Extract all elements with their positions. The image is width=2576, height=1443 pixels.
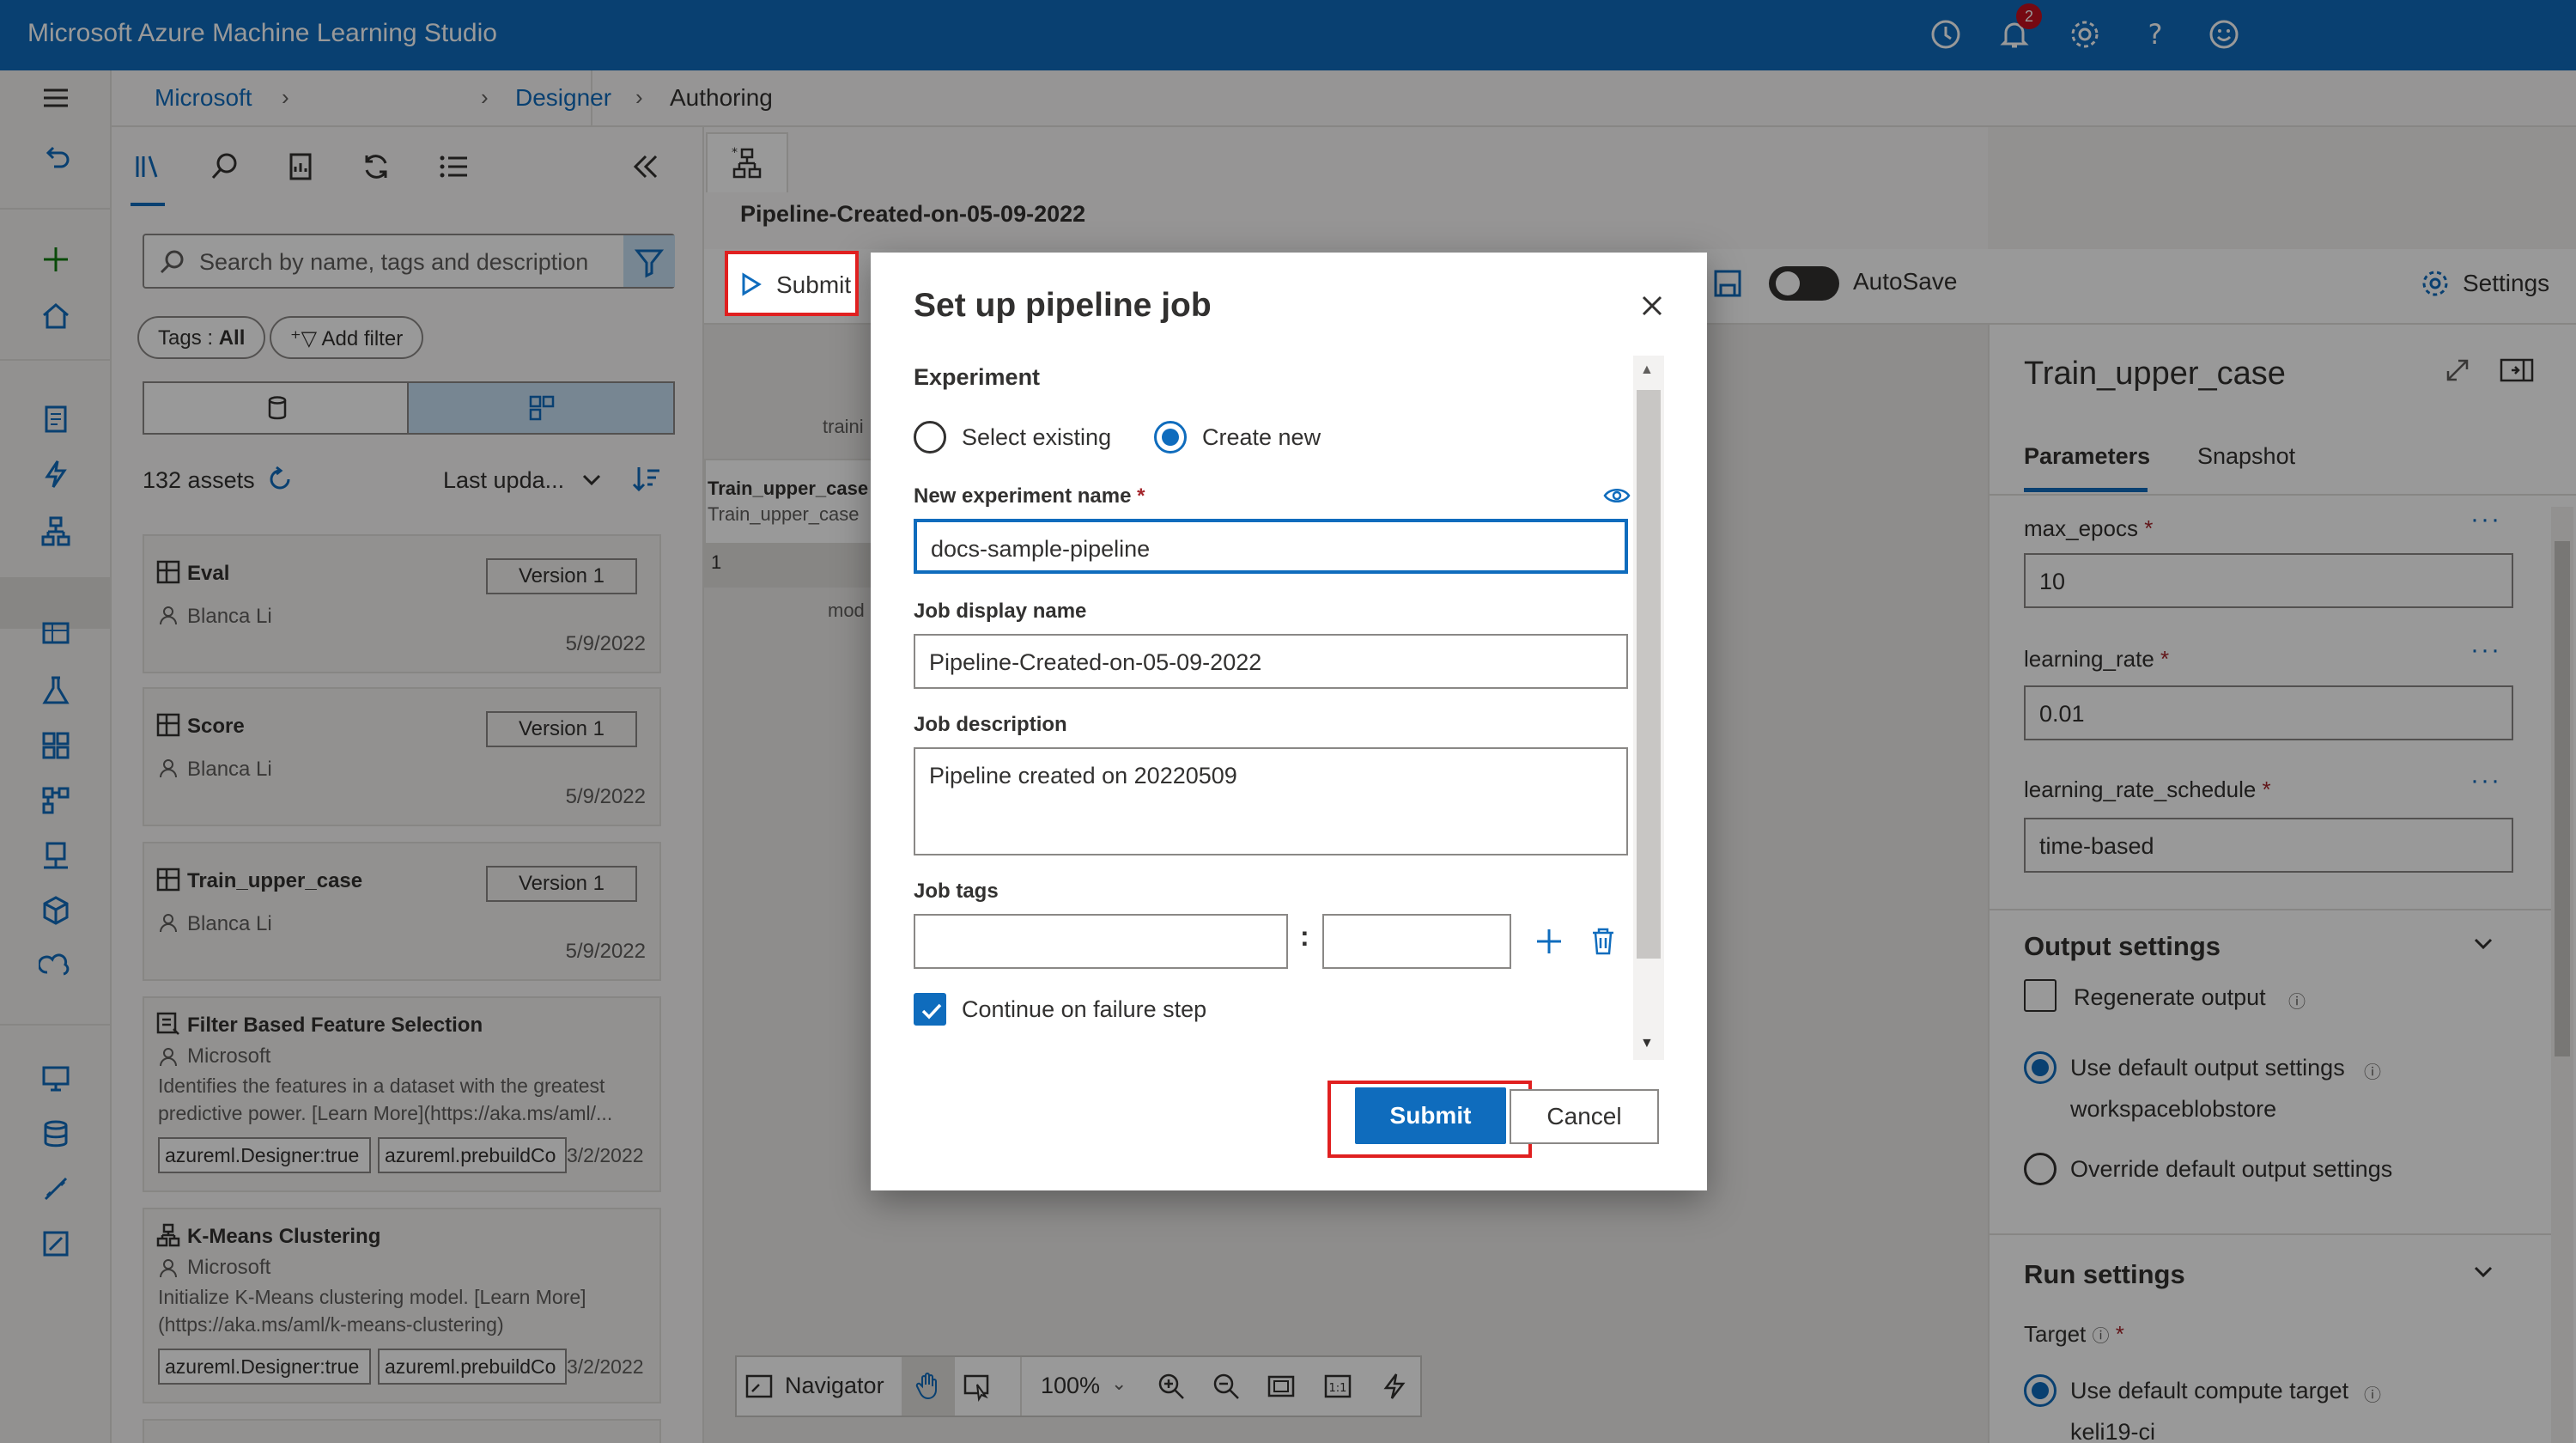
display-name-label: Job display name bbox=[914, 600, 1087, 623]
continue-on-failure-label: Continue on failure step bbox=[962, 996, 1207, 1022]
job-display-name-input[interactable]: Pipeline-Created-on-05-09-2022 bbox=[914, 634, 1628, 689]
experiment-heading: Experiment bbox=[914, 364, 1041, 390]
setup-pipeline-job-dialog: Set up pipeline job ▲ ▼ Experiment Selec… bbox=[871, 253, 1707, 1190]
scroll-up-arrow[interactable]: ▲ bbox=[1640, 362, 1654, 378]
description-label: Job description bbox=[914, 713, 1067, 736]
continue-on-failure-checkbox[interactable] bbox=[914, 993, 946, 1026]
submit-label: Submit bbox=[776, 271, 852, 298]
create-new-label: Create new bbox=[1202, 424, 1321, 450]
scrollbar-thumb[interactable] bbox=[1637, 390, 1661, 959]
tag-key-input[interactable] bbox=[914, 914, 1288, 969]
tag-value-input[interactable] bbox=[1322, 914, 1511, 969]
new-experiment-label: New experiment name * bbox=[914, 484, 1145, 508]
select-existing-label: Select existing bbox=[962, 424, 1112, 450]
add-tag-icon[interactable] bbox=[1534, 926, 1564, 957]
tag-separator: : bbox=[1300, 921, 1309, 952]
delete-tag-icon[interactable] bbox=[1589, 926, 1618, 957]
job-tags-label: Job tags bbox=[914, 880, 999, 903]
eye-icon[interactable] bbox=[1602, 481, 1631, 510]
toolbar-submit-highlighted[interactable]: Submit bbox=[725, 251, 859, 316]
experiment-name-input[interactable]: docs-sample-pipeline bbox=[914, 519, 1628, 574]
cancel-button[interactable]: Cancel bbox=[1510, 1089, 1659, 1144]
dialog-title: Set up pipeline job bbox=[914, 287, 1212, 324]
scroll-down-arrow[interactable]: ▼ bbox=[1640, 1036, 1654, 1051]
play-icon bbox=[738, 271, 764, 297]
dialog-scrollbar[interactable]: ▲ ▼ bbox=[1633, 356, 1664, 1060]
job-description-textarea[interactable]: Pipeline created on 20220509 bbox=[914, 747, 1628, 855]
submit-button[interactable]: Submit bbox=[1355, 1087, 1506, 1144]
close-icon[interactable] bbox=[1635, 289, 1669, 323]
select-existing-radio[interactable] bbox=[914, 421, 946, 454]
create-new-radio[interactable] bbox=[1154, 421, 1187, 454]
